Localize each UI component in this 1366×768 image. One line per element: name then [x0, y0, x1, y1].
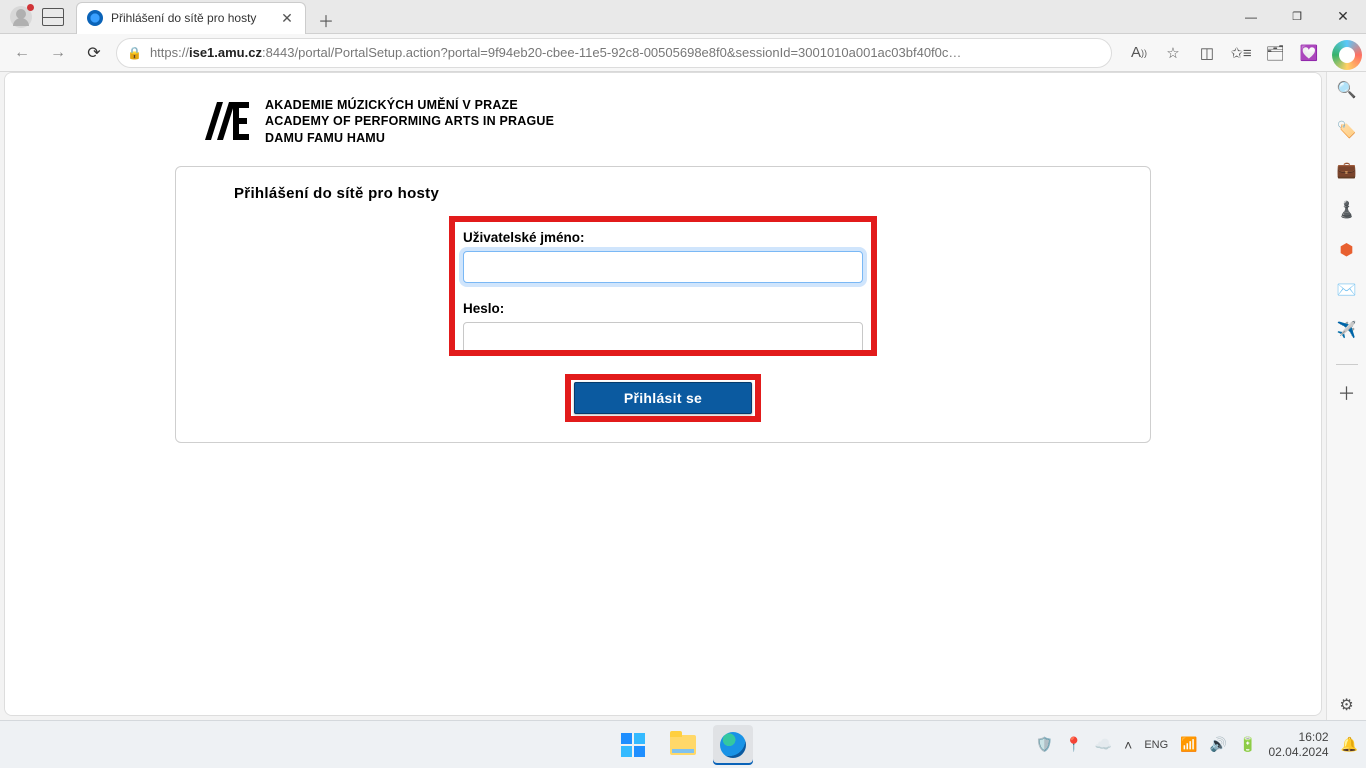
- lock-icon: 🔒: [127, 46, 142, 60]
- sidebar-divider: [1336, 364, 1358, 365]
- sidebar-tools-icon[interactable]: 💼: [1335, 158, 1359, 182]
- tray-language-icon[interactable]: ENG: [1144, 739, 1168, 751]
- read-aloud-icon[interactable]: A)): [1124, 38, 1154, 68]
- tray-onedrive-icon[interactable]: ☁️: [1095, 736, 1112, 753]
- sidebar-games-icon[interactable]: ♟️: [1335, 198, 1359, 222]
- tab-title: Přihlášení do sítě pro hosty: [111, 11, 271, 25]
- tray-chevron-up-icon[interactable]: ˄: [1124, 737, 1132, 753]
- sidebar-settings-icon[interactable]: ⚙: [1335, 693, 1359, 717]
- sidebar-search-icon[interactable]: 🔍: [1335, 78, 1359, 102]
- tray-security-icon[interactable]: 🛡️: [1036, 736, 1053, 753]
- panel-title: Přihlášení do sítě pro hosty: [234, 185, 1122, 202]
- collections-icon[interactable]: 🗂: [1260, 38, 1290, 68]
- tray-location-icon[interactable]: 📍: [1065, 736, 1082, 753]
- tray-battery-icon[interactable]: 🔋: [1239, 736, 1256, 753]
- window-maximize-button[interactable]: [1274, 0, 1320, 34]
- window-minimize-button[interactable]: [1228, 0, 1274, 34]
- browser-toolbar: ← → ⟳ 🔒 https://ise1.amu.cz:8443/portal/…: [0, 34, 1366, 72]
- browser-titlebar: Přihlášení do sítě pro hosty ✕ ＋: [0, 0, 1366, 34]
- system-tray[interactable]: 🛡️ 📍 ☁️ ˄ ENG 📶 🔊 🔋 16:02 02.04.2024 🔔: [1036, 730, 1358, 759]
- tab-close-icon[interactable]: ✕: [279, 10, 295, 27]
- start-button[interactable]: [613, 725, 653, 765]
- site-logo: AKADEMIE MÚZICKÝCH UMĚNÍ V PRAZE ACADEMY…: [5, 73, 1321, 156]
- nav-refresh-button[interactable]: ⟳: [80, 39, 108, 67]
- edge-sidebar: 🔍 🏷️ 💼 ♟️ ⬢ ✉️ ✈️ ＋ ⚙: [1326, 72, 1366, 720]
- password-input[interactable]: [463, 322, 863, 354]
- password-label: Heslo:: [463, 301, 863, 316]
- sidebar-shopping-icon[interactable]: 🏷️: [1335, 118, 1359, 142]
- tray-notifications-icon[interactable]: 🔔: [1341, 736, 1358, 753]
- tray-clock[interactable]: 16:02 02.04.2024: [1269, 730, 1329, 759]
- nav-forward-button: →: [44, 39, 72, 67]
- taskbar-edge-icon[interactable]: [713, 725, 753, 765]
- page-viewport: AKADEMIE MÚZICKÝCH UMĚNÍ V PRAZE ACADEMY…: [4, 72, 1322, 716]
- taskbar-explorer-icon[interactable]: [663, 725, 703, 765]
- tab-favicon: [87, 10, 103, 26]
- nav-back-button[interactable]: ←: [8, 39, 36, 67]
- windows-taskbar: 🛡️ 📍 ☁️ ˄ ENG 📶 🔊 🔋 16:02 02.04.2024 🔔: [0, 720, 1366, 768]
- logo-text: AKADEMIE MÚZICKÝCH UMĚNÍ V PRAZE ACADEMY…: [265, 97, 554, 146]
- window-close-button[interactable]: [1320, 0, 1366, 34]
- favorite-icon[interactable]: ☆: [1158, 38, 1188, 68]
- submit-button[interactable]: Přihlásit se: [574, 382, 752, 414]
- sidebar-outlook-icon[interactable]: ✉️: [1335, 278, 1359, 302]
- tray-volume-icon[interactable]: 🔊: [1210, 736, 1227, 753]
- login-panel: Přihlášení do sítě pro hosty Uživatelské…: [175, 166, 1151, 443]
- tray-wifi-icon[interactable]: 📶: [1180, 736, 1197, 753]
- sidebar-m365-icon[interactable]: ⬢: [1335, 238, 1359, 262]
- favorites-list-icon[interactable]: ✩≡: [1226, 38, 1256, 68]
- browser-tab[interactable]: Přihlášení do sítě pro hosty ✕: [76, 2, 306, 34]
- username-input[interactable]: [463, 251, 863, 283]
- logo-mark-icon: [203, 100, 251, 142]
- url-text: https://ise1.amu.cz:8443/portal/PortalSe…: [150, 45, 961, 60]
- performance-icon[interactable]: 💟: [1294, 38, 1324, 68]
- username-label: Uživatelské jméno:: [463, 230, 863, 245]
- new-tab-button[interactable]: ＋: [312, 6, 340, 34]
- profile-avatar[interactable]: [10, 6, 32, 28]
- split-screen-icon[interactable]: ◫: [1192, 38, 1222, 68]
- sidebar-add-button[interactable]: ＋: [1335, 381, 1359, 405]
- address-bar[interactable]: 🔒 https://ise1.amu.cz:8443/portal/Portal…: [116, 38, 1112, 68]
- sidebar-send-icon[interactable]: ✈️: [1335, 318, 1359, 342]
- copilot-icon[interactable]: [1332, 40, 1362, 70]
- tab-actions-icon[interactable]: [42, 8, 64, 26]
